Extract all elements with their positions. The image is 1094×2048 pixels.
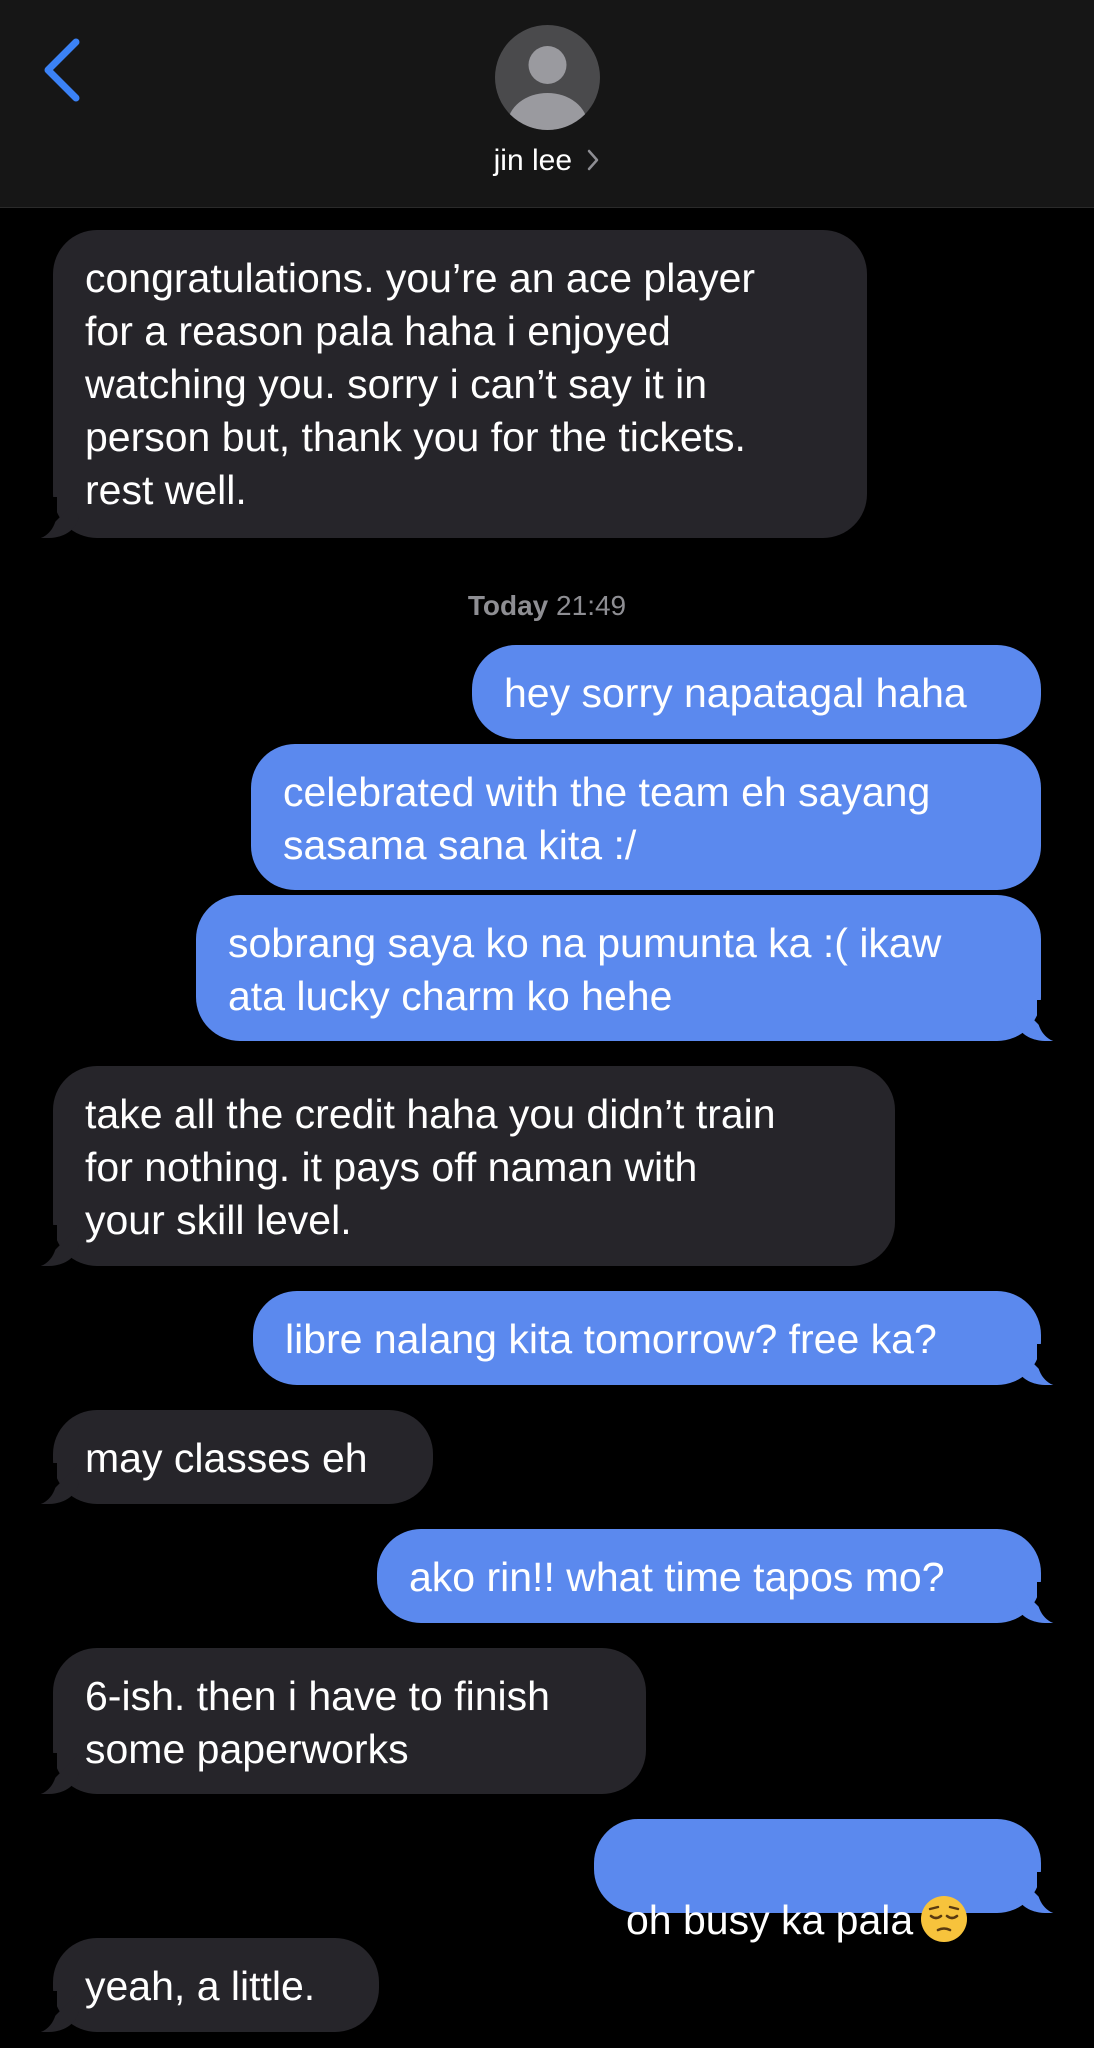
contact-info-button[interactable]: jin lee: [0, 25, 1094, 178]
contact-avatar[interactable]: [494, 25, 600, 130]
message-text: oh busy ka pala: [626, 1897, 914, 1943]
incoming-message[interactable]: 6-ish. then i have to finish some paperw…: [27, 1648, 646, 1795]
conversation-header: jin lee: [0, 0, 1094, 208]
timestamp-day: Today: [467, 590, 549, 621]
incoming-message[interactable]: take all the credit haha you didn’t trai…: [27, 1066, 895, 1267]
person-silhouette-icon: [507, 46, 587, 130]
conversation-timestamp: Today 21:49: [0, 590, 1094, 622]
outgoing-message[interactable]: celebrated with the team eh sayang sasam…: [251, 744, 1041, 890]
outgoing-message[interactable]: hey sorry napatagal haha: [472, 645, 1041, 739]
incoming-message[interactable]: may classes eh: [27, 1410, 433, 1505]
outgoing-message[interactable]: libre nalang kita tomorrow? free ka?: [253, 1291, 1067, 1386]
contact-name-label: jin lee: [493, 144, 573, 177]
incoming-message[interactable]: yeah, a little.: [27, 1938, 379, 2033]
pensive-face-emoji: [921, 1896, 968, 1943]
outgoing-message[interactable]: ako rin!! what time tapos mo?: [377, 1529, 1067, 1624]
outgoing-message[interactable]: oh busy ka pala: [594, 1819, 1067, 1943]
contact-name[interactable]: jin lee: [0, 144, 1094, 178]
outgoing-message[interactable]: sobrang saya ko na pumunta ka :( ikaw at…: [196, 895, 1067, 1042]
timestamp-time: 21:49: [556, 590, 627, 621]
incoming-message[interactable]: congratulations. you’re an ace player fo…: [27, 230, 867, 539]
chevron-right-icon: [588, 149, 599, 171]
